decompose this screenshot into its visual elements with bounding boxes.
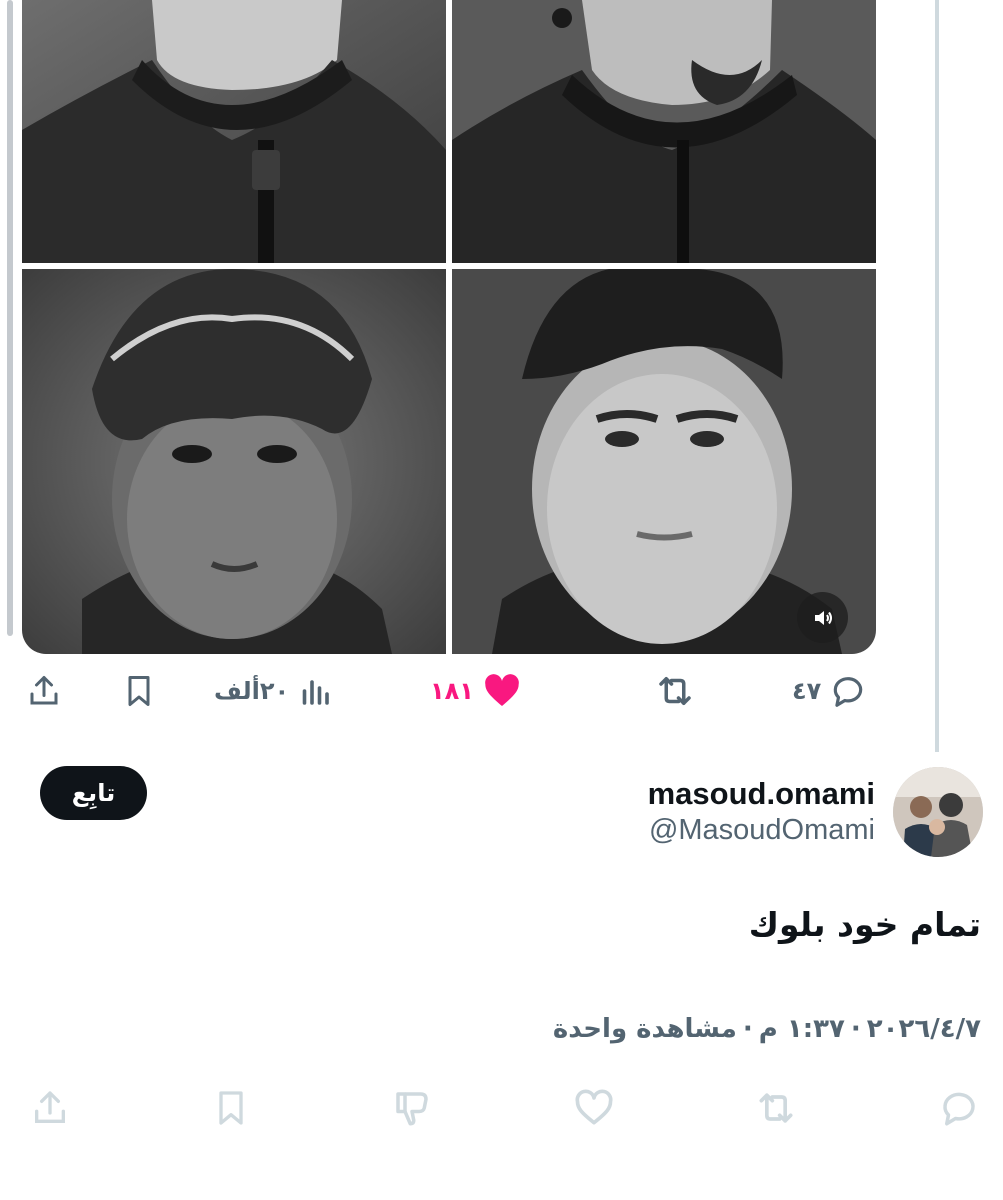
like-count: ١٨١ <box>430 677 474 705</box>
like-button[interactable] <box>568 1080 620 1136</box>
avatar[interactable] <box>893 767 983 857</box>
meta-separator: · <box>850 1014 861 1044</box>
views-button[interactable]: ٢٠ألف <box>214 660 333 722</box>
photo-bottom-left[interactable] <box>22 269 446 654</box>
bookmark-button[interactable] <box>121 660 157 722</box>
share-button[interactable] <box>26 660 62 722</box>
dislike-icon <box>396 1092 428 1126</box>
display-name[interactable]: masoud.omami <box>648 776 875 812</box>
bookmark-button[interactable] <box>205 1080 257 1136</box>
share-icon <box>30 676 58 705</box>
meta-separator: · <box>742 1014 753 1044</box>
photo-top-left[interactable] <box>22 0 446 263</box>
tweet-views[interactable]: مشاهدة واحدة <box>553 1014 737 1044</box>
speaker-icon[interactable] <box>797 592 848 643</box>
retweet-icon <box>659 677 691 705</box>
tweet-date[interactable]: ٢٠٢٦/٤/٧ <box>867 1014 981 1044</box>
bookmark-icon <box>219 1091 243 1125</box>
tweet-text: تمام خود بلوك <box>748 905 981 944</box>
photo-top-right[interactable] <box>452 0 876 263</box>
reply-button[interactable] <box>933 1080 985 1136</box>
views-count: ٢٠ألف <box>214 677 290 705</box>
share-icon <box>35 1091 65 1123</box>
retweet-icon <box>759 1093 793 1123</box>
heart-icon <box>575 1089 613 1125</box>
dislike-button[interactable] <box>386 1080 438 1136</box>
media-grid[interactable] <box>22 0 876 654</box>
share-button[interactable] <box>24 1080 76 1136</box>
retweet-button[interactable] <box>750 1080 802 1136</box>
author-row: masoud.omami @MasoudOmami تابِع <box>0 760 1003 870</box>
tweet-action-bar: ٢٠ألف ١٨١ ٤٧ <box>0 660 1003 722</box>
like-button[interactable]: ١٨١ <box>430 660 522 722</box>
heart-icon <box>485 674 519 706</box>
reply-button[interactable]: ٤٧ <box>792 660 867 722</box>
follow-button[interactable]: تابِع <box>40 766 147 820</box>
reply-icon <box>943 1092 975 1126</box>
user-handle[interactable]: @MasoudOmami <box>649 814 875 847</box>
tweet-time[interactable]: ١:٣٧ م <box>759 1014 845 1044</box>
reply-thread-line <box>935 0 939 752</box>
reply-action-bar <box>0 1080 1003 1136</box>
tweet-metadata: ٢٠٢٦/٤/٧·١:٣٧ م·مشاهدة واحدة <box>553 1014 981 1044</box>
views-icon <box>302 680 329 705</box>
retweet-button[interactable] <box>654 660 696 722</box>
thread-line <box>7 0 13 636</box>
reply-icon <box>834 677 863 707</box>
reply-count: ٤٧ <box>792 677 822 705</box>
bookmark-icon <box>128 676 150 706</box>
